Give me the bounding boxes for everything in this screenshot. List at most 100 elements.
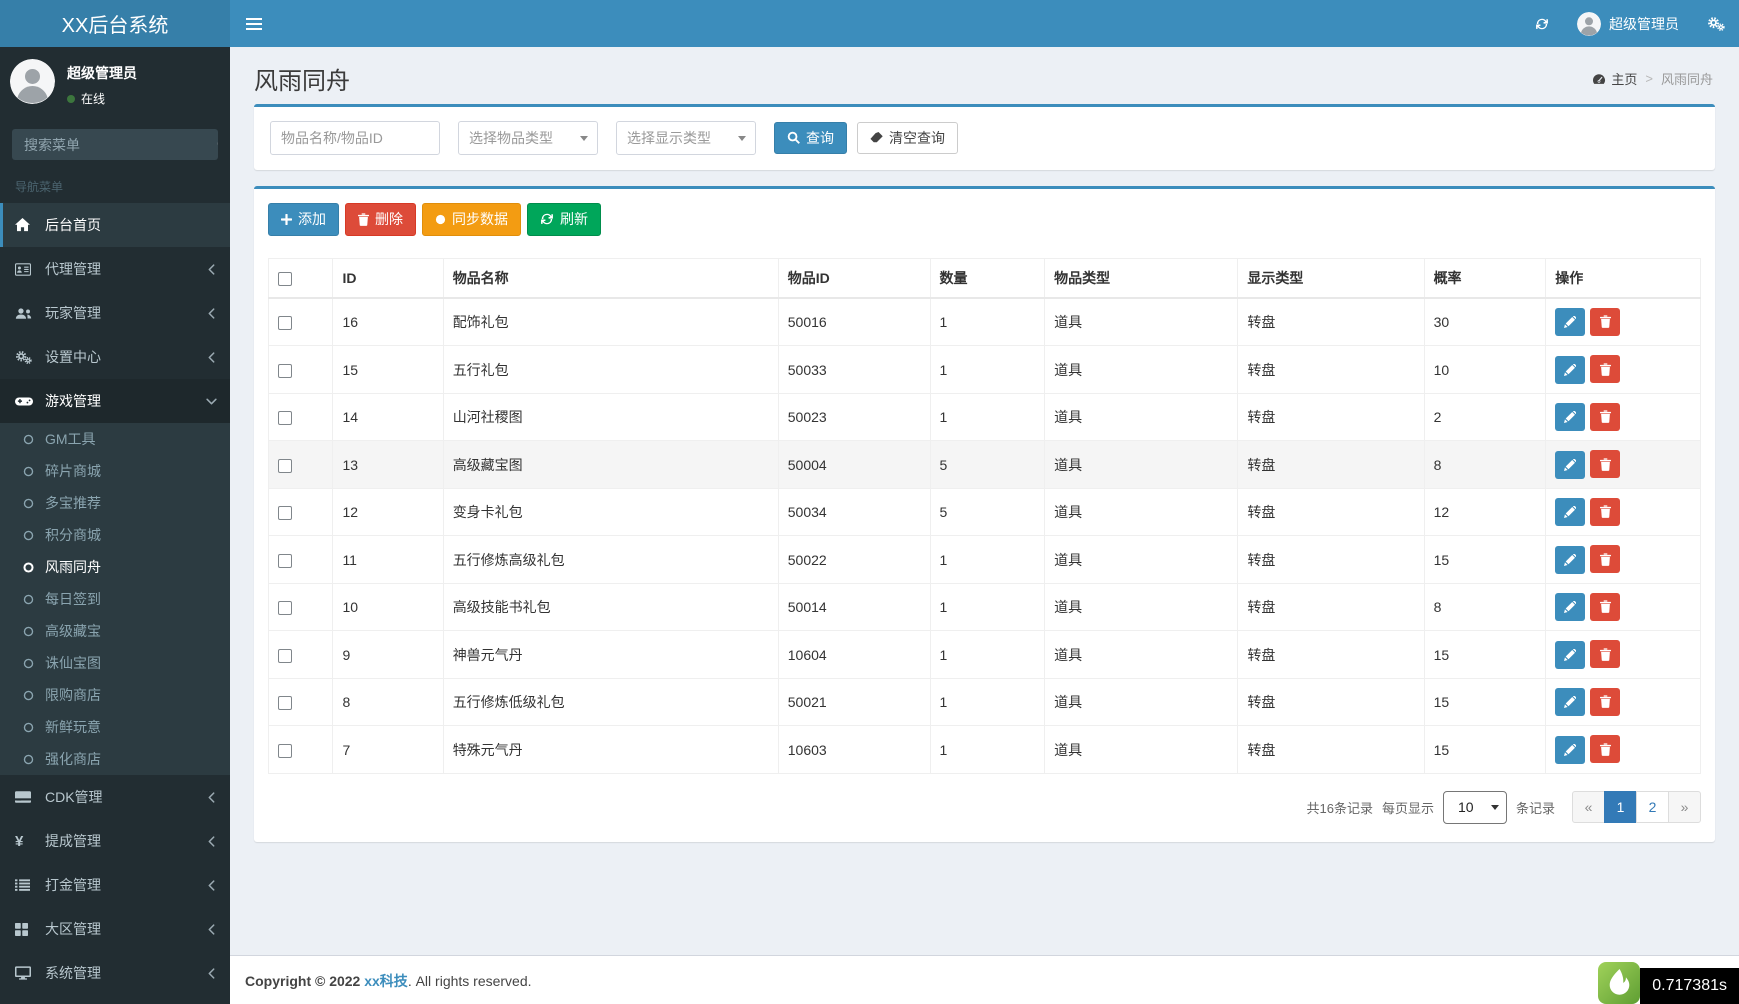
- display-type-select[interactable]: 选择显示类型: [616, 121, 756, 155]
- sidebar-item-system[interactable]: 系统管理: [0, 951, 230, 995]
- sidebar-item-label: 提成管理: [45, 831, 101, 851]
- sidebar-subitem-label: 风雨同舟: [45, 557, 101, 577]
- cell-name: 特殊元气丹: [443, 726, 778, 774]
- table-row: 16配饰礼包500161道具转盘30: [269, 298, 1701, 346]
- edit-row-button[interactable]: [1555, 308, 1585, 336]
- delete-row-button[interactable]: [1590, 545, 1620, 573]
- filter-panel: 选择物品类型 选择显示类型 查询 清空查询: [254, 104, 1715, 170]
- cell-name: 高级藏宝图: [443, 441, 778, 489]
- chevron-left-icon: [208, 836, 215, 847]
- delete-row-button[interactable]: [1590, 450, 1620, 478]
- row-checkbox[interactable]: [278, 696, 292, 710]
- circle-o: [21, 594, 35, 605]
- sidebar-subitem[interactable]: 积分商城: [0, 519, 230, 551]
- edit-row-button[interactable]: [1555, 356, 1585, 384]
- sidebar-subitem[interactable]: 每日签到: [0, 583, 230, 615]
- edit-row-button[interactable]: [1555, 688, 1585, 716]
- edit-row-button[interactable]: [1555, 451, 1585, 479]
- row-checkbox[interactable]: [278, 316, 292, 330]
- sidebar-toggle-icon[interactable]: [230, 0, 278, 47]
- sidebar-subitem-label: 碎片商城: [45, 461, 101, 481]
- sidebar-subitem[interactable]: 限购商店: [0, 679, 230, 711]
- cell-actions: [1546, 536, 1701, 584]
- company-link[interactable]: xx科技: [364, 973, 408, 989]
- sidebar-item-player[interactable]: 玩家管理: [0, 291, 230, 335]
- sidebar-subitem[interactable]: 风雨同舟: [0, 551, 230, 583]
- cell-item_id: 50016: [778, 298, 930, 346]
- cell-display_type: 转盘: [1238, 488, 1424, 536]
- home-icon: [15, 218, 37, 232]
- row-checkbox[interactable]: [278, 459, 292, 473]
- sidebar-item-gold[interactable]: 打金管理: [0, 863, 230, 907]
- page-button-«[interactable]: «: [1572, 791, 1605, 823]
- row-checkbox[interactable]: [278, 411, 292, 425]
- refresh-button[interactable]: 刷新: [527, 203, 601, 236]
- delete-row-button[interactable]: [1590, 498, 1620, 526]
- select-all-checkbox[interactable]: [278, 272, 292, 286]
- edit-row-button[interactable]: [1555, 403, 1585, 431]
- edit-row-button[interactable]: [1555, 593, 1585, 621]
- sync-data-button[interactable]: 同步数据: [422, 203, 521, 236]
- sidebar-search: [12, 129, 218, 160]
- sidebar-item-game[interactable]: 游戏管理: [0, 379, 230, 423]
- edit-row-button[interactable]: [1555, 641, 1585, 669]
- cell-name: 五行修炼低级礼包: [443, 678, 778, 726]
- cell-item_type: 道具: [1045, 346, 1238, 394]
- sidebar-subitem[interactable]: 新鲜玩意: [0, 711, 230, 743]
- sidebar-item-agent[interactable]: 代理管理: [0, 247, 230, 291]
- keyword-input[interactable]: [270, 121, 440, 155]
- chevron-left-icon: [208, 352, 215, 363]
- row-checkbox[interactable]: [278, 554, 292, 568]
- search-icon[interactable]: [217, 129, 218, 160]
- sidebar-item-home[interactable]: 后台首页: [0, 203, 230, 247]
- edit-row-button[interactable]: [1555, 546, 1585, 574]
- gear-icon[interactable]: [1693, 0, 1739, 47]
- delete-row-button[interactable]: [1590, 688, 1620, 716]
- table-row: 9神兽元气丹106041道具转盘15: [269, 631, 1701, 679]
- sidebar-item-region[interactable]: 大区管理: [0, 907, 230, 951]
- row-checkbox[interactable]: [278, 506, 292, 520]
- user-menu[interactable]: 超级管理员: [1563, 0, 1693, 47]
- sidebar-item-cdk[interactable]: CDK管理: [0, 775, 230, 819]
- sidebar-subitem[interactable]: 强化商店: [0, 743, 230, 775]
- per-page-select[interactable]: 10: [1443, 791, 1507, 824]
- row-checkbox[interactable]: [278, 364, 292, 378]
- page-button-»[interactable]: »: [1668, 791, 1701, 823]
- circle-o: [21, 754, 35, 765]
- delete-row-button[interactable]: [1590, 403, 1620, 431]
- thinkphp-logo-icon[interactable]: [1598, 962, 1640, 1004]
- search-button[interactable]: 查询: [774, 122, 847, 155]
- row-checkbox[interactable]: [278, 649, 292, 663]
- edit-row-button[interactable]: [1555, 736, 1585, 764]
- brand-logo[interactable]: XX后台系统: [0, 0, 230, 47]
- add-button[interactable]: 添加: [268, 203, 339, 236]
- sidebar-subitem[interactable]: 诛仙宝图: [0, 647, 230, 679]
- item-type-select[interactable]: 选择物品类型: [458, 121, 598, 155]
- delete-row-button[interactable]: [1590, 735, 1620, 763]
- trash-icon: [358, 213, 369, 226]
- table-row: 13高级藏宝图500045道具转盘8: [269, 441, 1701, 489]
- breadcrumb-home[interactable]: 主页: [1592, 69, 1637, 88]
- sidebar-subitem[interactable]: 多宝推荐: [0, 487, 230, 519]
- sidebar-subitem[interactable]: 碎片商城: [0, 455, 230, 487]
- edit-row-button[interactable]: [1555, 498, 1585, 526]
- delete-row-button[interactable]: [1590, 640, 1620, 668]
- sidebar-item-commission[interactable]: ¥提成管理: [0, 819, 230, 863]
- sidebar-subitem[interactable]: 高级藏宝: [0, 615, 230, 647]
- cell-item_id: 50004: [778, 441, 930, 489]
- row-checkbox[interactable]: [278, 601, 292, 615]
- delete-button[interactable]: 删除: [345, 203, 416, 236]
- page-button-1[interactable]: 1: [1604, 791, 1637, 823]
- clear-search-button[interactable]: 清空查询: [857, 122, 958, 155]
- sidebar-subitem[interactable]: GM工具: [0, 423, 230, 455]
- menu-search-input[interactable]: [12, 129, 217, 160]
- delete-row-button[interactable]: [1590, 593, 1620, 621]
- page-button-2[interactable]: 2: [1636, 791, 1669, 823]
- cell-name: 五行修炼高级礼包: [443, 536, 778, 584]
- delete-row-button[interactable]: [1590, 308, 1620, 336]
- refresh-icon[interactable]: [1521, 0, 1563, 47]
- debug-badge: 0.717381s: [1598, 962, 1739, 1004]
- row-checkbox[interactable]: [278, 744, 292, 758]
- delete-row-button[interactable]: [1590, 355, 1620, 383]
- sidebar-item-settings[interactable]: 设置中心: [0, 335, 230, 379]
